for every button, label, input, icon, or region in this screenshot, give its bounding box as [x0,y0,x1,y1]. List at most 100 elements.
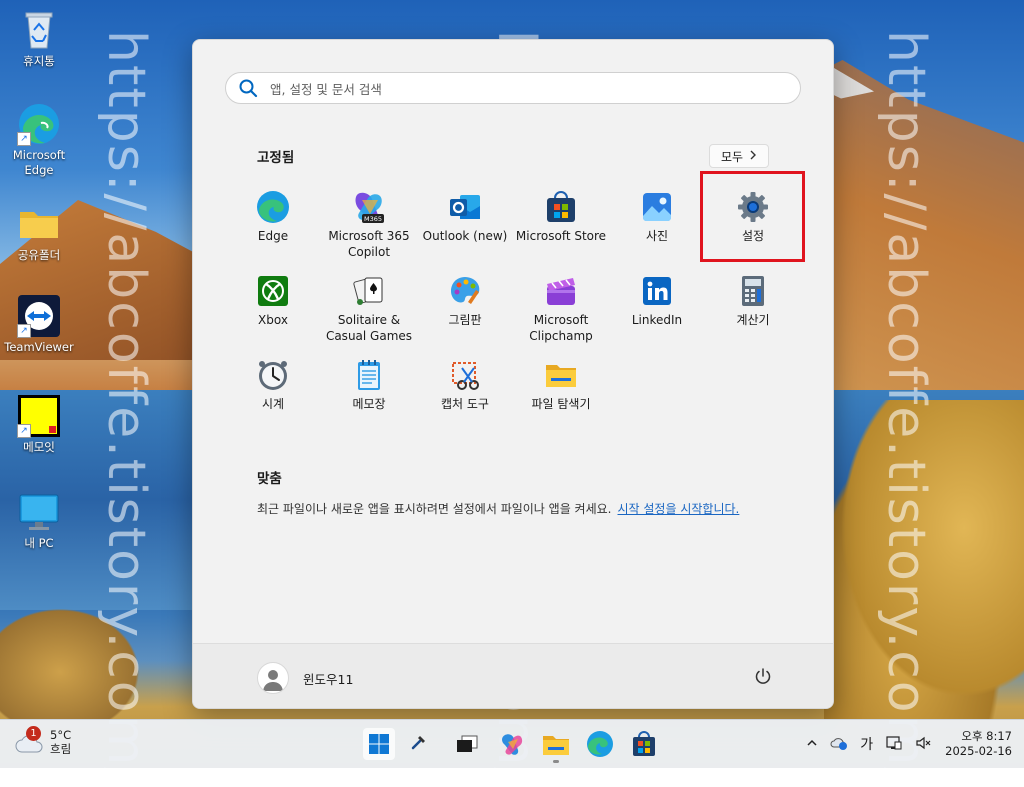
taskbar-edge-button[interactable] [584,728,616,760]
desktop-icon-label: Microsoft Edge [12,148,66,177]
notepad-icon [352,358,386,392]
taskbar-file-explorer-button[interactable] [540,728,572,763]
onedrive-sync-icon[interactable] [830,735,848,754]
pinned-app-paint[interactable]: 그림판 [417,262,513,346]
pinned-app-calculator[interactable]: 계산기 [705,262,801,346]
app-label: 캡처 도구 [441,397,489,411]
start-menu-footer: 윈도우11 [193,643,833,708]
recommended-text: 최근 파일이나 새로운 앱을 표시하려면 설정에서 파일이나 앱을 켜세요. [257,502,612,516]
taskbar: 1 5°C 흐림 가 오후 8:17 2025-02-16 [0,719,1024,768]
task-view-button[interactable] [451,728,483,760]
solitaire-icon [352,274,386,308]
desktop-icon-shared-folder[interactable]: 공유폴더 [3,202,75,263]
desktop-icon-this-pc[interactable]: 내 PC [3,490,75,551]
ime-indicator[interactable]: 가 [860,734,873,754]
start-button[interactable] [363,728,395,760]
pinned-app-m365-copilot[interactable]: M365 Microsoft 365 Copilot [321,178,417,262]
volume-muted-icon[interactable] [915,735,933,754]
folder-icon [17,202,61,246]
app-label: 그림판 [448,313,482,327]
start-search-box[interactable] [225,72,801,104]
app-label: Microsoft Store [515,229,607,243]
start-settings-link[interactable]: 시작 설정을 시작합니다. [618,502,740,516]
start-menu: 고정됨 모두 Edge M365 Microsoft 365 Copilot O… [192,39,834,709]
xbox-icon [256,274,290,308]
edge-icon: ↗ [17,102,61,146]
pinned-app-clock[interactable]: 시계 [225,346,321,430]
calculator-icon [736,274,770,308]
taskbar-clock[interactable]: 오후 8:17 2025-02-16 [945,729,1012,759]
pinned-app-solitaire[interactable]: Solitaire & Casual Games [321,262,417,346]
app-label: 계산기 [736,313,770,327]
recommended-section-title: 맞춤 [257,471,282,487]
shortcut-arrow-icon: ↗ [17,132,31,146]
app-label: Solitaire & Casual Games [325,313,413,343]
search-icon [238,78,258,98]
weather-condition: 흐림 [50,742,72,756]
desktop-icon-edge[interactable]: ↗ Microsoft Edge [3,102,75,178]
clock-icon [256,358,290,392]
desktop-icon-teamviewer[interactable]: ↗ TeamViewer [3,294,75,355]
clock-time: 오후 8:17 [961,729,1012,743]
pinned-app-linkedin[interactable]: LinkedIn [609,262,705,346]
pinned-app-notepad[interactable]: 메모장 [321,346,417,430]
pinned-app-file-explorer[interactable]: 파일 탐색기 [513,346,609,430]
all-apps-label: 모두 [720,149,744,164]
shortcut-arrow-icon: ↗ [17,424,31,438]
pinned-app-store[interactable]: Microsoft Store [513,178,609,262]
photos-icon [640,190,674,224]
taskbar-tool-button[interactable] [403,728,435,760]
svg-text:M365: M365 [364,215,382,223]
teamviewer-icon: ↗ [17,294,61,338]
desktop-icon-label: 공유폴더 [17,248,61,262]
avatar [257,662,289,694]
recommended-message: 최근 파일이나 새로운 앱을 표시하려면 설정에서 파일이나 앱을 켜세요. 시작… [257,500,739,517]
task-view-icon [457,735,478,752]
clipchamp-icon [544,274,578,308]
display-icon[interactable] [885,735,903,754]
app-label: Microsoft 365 Copilot [328,229,410,259]
pinned-app-outlook[interactable]: Outlook (new) [417,178,513,262]
shortcut-arrow-icon: ↗ [17,324,31,338]
weather-widget[interactable]: 1 5°C 흐림 [14,726,72,758]
sticky-note-icon: ↗ [17,394,61,438]
pinned-app-photos[interactable]: 사진 [609,178,705,262]
chevron-right-icon [749,149,757,163]
file-explorer-icon [544,358,578,392]
m365-copilot-icon: M365 [352,190,386,224]
pinned-section-title: 고정됨 [257,150,295,166]
linkedin-icon [640,274,674,308]
desktop-icon-recycle-bin[interactable]: 휴지통 [3,8,75,69]
app-label: Microsoft Clipchamp [529,313,593,343]
user-name: 윈도우11 [303,671,354,687]
pinned-app-xbox[interactable]: Xbox [225,262,321,346]
settings-highlight-box [700,171,805,262]
edge-icon [256,190,290,224]
chevron-up-icon[interactable] [806,737,818,752]
user-account-button[interactable]: 윈도우11 [257,662,353,694]
desktop-icon-label: 내 PC [24,536,54,550]
copilot-icon [502,734,523,755]
desktop-icon-memoit[interactable]: ↗ 메모잇 [3,394,75,455]
pinned-app-edge[interactable]: Edge [225,178,321,262]
desktop-icon-label: 휴지통 [23,54,55,68]
tool-icon [411,736,425,750]
watermark-text-left: https://abcoffe.tistory.com/ [96,30,156,787]
clock-date: 2025-02-16 [945,744,1012,758]
store-icon [544,190,578,224]
pinned-app-clipchamp[interactable]: Microsoft Clipchamp [513,262,609,346]
app-label: 사진 [645,229,669,243]
taskbar-store-button[interactable] [628,728,660,760]
pinned-app-snipping-tool[interactable]: 캡처 도구 [417,346,513,430]
copilot-button[interactable] [496,728,528,760]
file-explorer-icon [543,736,569,755]
edge-icon [587,731,613,757]
app-label: 파일 탐색기 [531,397,591,411]
app-label: Xbox [258,313,288,327]
start-icon [369,734,389,754]
search-input[interactable] [268,78,772,100]
outlook-icon [448,190,482,224]
all-apps-button[interactable]: 모두 [709,144,769,168]
app-label: LinkedIn [631,313,683,327]
power-button[interactable] [753,666,773,686]
